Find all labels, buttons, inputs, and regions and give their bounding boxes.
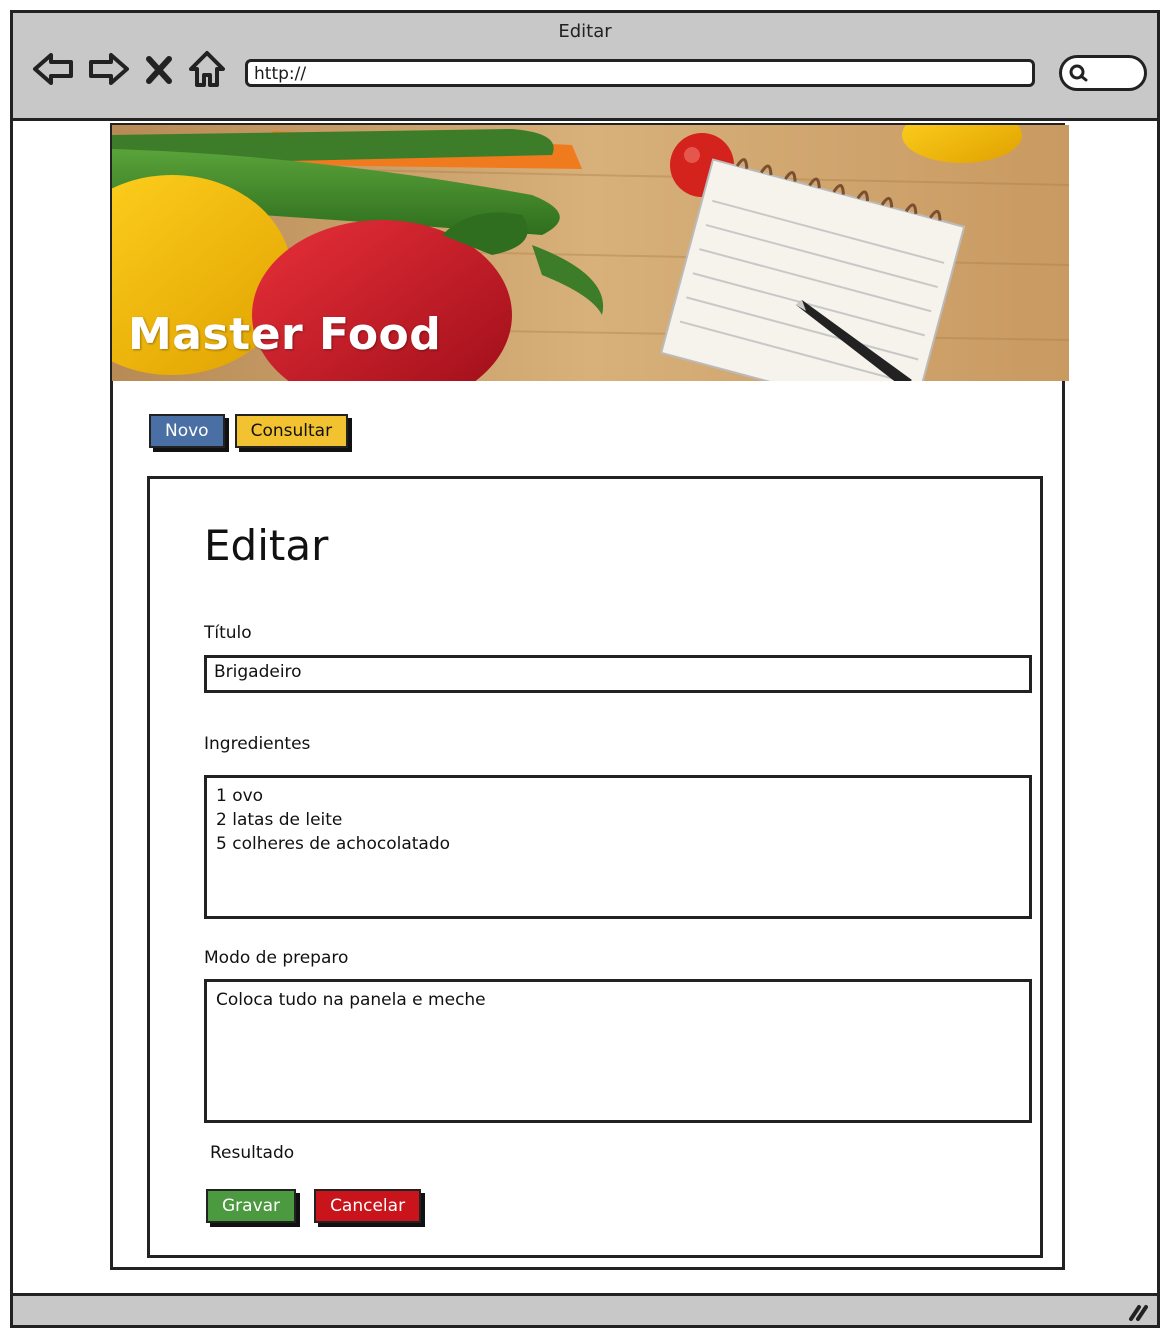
browser-window: Editar http:// Master Food Novo Consulta… (10, 10, 1160, 1328)
modo-preparo-label: Modo de preparo (204, 948, 349, 968)
form-heading: Editar (204, 521, 329, 570)
main-nav: Novo Consultar (149, 414, 349, 448)
forward-arrow-icon[interactable] (87, 47, 131, 91)
titulo-field[interactable]: Brigadeiro (204, 655, 1032, 693)
gravar-button[interactable]: Gravar (206, 1189, 297, 1223)
page-container: Master Food Novo Consultar Editar Título… (110, 123, 1069, 1270)
ingredientes-textarea[interactable]: 1 ovo 2 latas de leite 5 colheres de ach… (204, 775, 1032, 919)
novo-button[interactable]: Novo (149, 414, 225, 448)
consultar-button[interactable]: Consultar (234, 414, 349, 448)
hero-title: Master Food (128, 309, 442, 360)
search-input[interactable] (1059, 55, 1147, 91)
window-title: Editar (558, 21, 612, 42)
edit-form: Editar Título Brigadeiro Ingredientes 1 … (147, 476, 1043, 1258)
search-icon (1069, 64, 1088, 82)
modo-preparo-textarea[interactable]: Coloca tudo na panela e meche (204, 979, 1032, 1123)
ingredientes-label: Ingredientes (204, 734, 311, 754)
status-bar (13, 1293, 1157, 1325)
close-icon[interactable] (141, 47, 177, 91)
home-icon[interactable] (185, 47, 229, 91)
back-arrow-icon[interactable] (31, 47, 75, 91)
resize-grip-icon[interactable] (1125, 1299, 1149, 1323)
url-input[interactable]: http:// (245, 59, 1035, 87)
hero-banner: Master Food (112, 125, 1069, 381)
resultado-label: Resultado (210, 1143, 295, 1163)
browser-toolbar: Editar http:// (13, 13, 1157, 121)
form-actions: Gravar Cancelar (206, 1189, 422, 1223)
cancelar-button[interactable]: Cancelar (314, 1189, 422, 1223)
titulo-label: Título (204, 623, 252, 643)
